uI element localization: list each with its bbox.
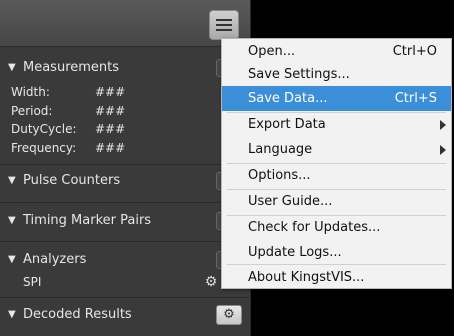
menu-item-save-settings[interactable]: Save Settings... bbox=[222, 62, 451, 87]
menu-item-shortcut: Ctrl+S bbox=[394, 91, 437, 106]
menu-item-export-data[interactable]: Export Data bbox=[222, 112, 451, 137]
menu-item-label: Open... bbox=[248, 44, 296, 59]
menu-item-language[interactable]: Language bbox=[222, 137, 451, 162]
section-measurements[interactable]: ▼ Measurements bbox=[0, 56, 250, 80]
decoded-results-settings-button[interactable]: ⚙ bbox=[216, 305, 242, 325]
measurement-row: Frequency: ### bbox=[11, 139, 241, 157]
hamburger-icon[interactable] bbox=[209, 10, 239, 40]
chevron-right-icon bbox=[440, 145, 446, 155]
measurement-value: ### bbox=[95, 141, 126, 155]
analyzer-name: SPI bbox=[23, 275, 42, 289]
menu-item-update-logs[interactable]: Update Logs... bbox=[222, 240, 451, 265]
menu-item-open[interactable]: Open... Ctrl+O bbox=[222, 39, 451, 64]
section-label: Decoded Results bbox=[23, 307, 132, 322]
divider bbox=[0, 202, 250, 203]
menu-item-label: Options... bbox=[248, 168, 311, 183]
measurement-value: ### bbox=[95, 104, 126, 118]
main-menu: Open... Ctrl+O Save Settings... Save Dat… bbox=[221, 38, 452, 289]
menu-item-shortcut: Ctrl+O bbox=[392, 44, 437, 59]
menu-item-save-data[interactable]: Save Data... Ctrl+S bbox=[222, 86, 451, 111]
side-panel: ▼ Measurements Width: ### Period: ### Du… bbox=[0, 0, 251, 336]
measurement-label: Width: bbox=[11, 85, 50, 99]
measurement-row: Period: ### bbox=[11, 102, 241, 120]
measurement-label: DutyCycle: bbox=[11, 122, 77, 136]
menu-item-label: Update Logs... bbox=[248, 245, 342, 260]
menu-item-label: Check for Updates... bbox=[248, 220, 381, 235]
menu-item-label: User Guide... bbox=[248, 194, 333, 209]
menu-item-user-guide[interactable]: User Guide... bbox=[222, 189, 451, 214]
chevron-right-icon bbox=[440, 120, 446, 130]
measurement-label: Period: bbox=[11, 104, 53, 118]
triangle-down-icon: ▼ bbox=[8, 175, 16, 186]
menu-item-label: Language bbox=[248, 142, 313, 157]
section-timing-marker-pairs[interactable]: ▼ Timing Marker Pairs bbox=[0, 209, 250, 233]
triangle-down-icon: ▼ bbox=[8, 309, 16, 320]
gear-icon: ⚙ bbox=[223, 307, 235, 322]
menu-item-label: About KingstVIS... bbox=[248, 270, 365, 285]
menu-item-about[interactable]: About KingstVIS... bbox=[222, 265, 451, 290]
menu-item-label: Export Data bbox=[248, 117, 326, 132]
section-analyzers[interactable]: ▼ Analyzers bbox=[0, 248, 250, 272]
triangle-down-icon: ▼ bbox=[8, 215, 16, 226]
measurement-row: DutyCycle: ### bbox=[11, 120, 241, 138]
triangle-down-icon: ▼ bbox=[8, 254, 16, 265]
divider bbox=[0, 164, 250, 165]
measurement-value: ### bbox=[95, 122, 126, 136]
section-decoded-results[interactable]: ▼ Decoded Results bbox=[0, 303, 250, 327]
gear-icon[interactable]: ⚙ bbox=[203, 274, 219, 290]
panel-toolbar bbox=[0, 0, 250, 47]
divider bbox=[0, 297, 250, 298]
measurement-label: Frequency: bbox=[11, 141, 77, 155]
menu-item-label: Save Settings... bbox=[248, 67, 350, 82]
section-label: Timing Marker Pairs bbox=[23, 213, 152, 228]
menu-item-options[interactable]: Options... bbox=[222, 163, 451, 188]
divider bbox=[0, 241, 250, 242]
triangle-down-icon: ▼ bbox=[8, 62, 16, 73]
section-label: Measurements bbox=[23, 60, 120, 75]
measurement-value: ### bbox=[95, 85, 126, 99]
menu-item-label: Save Data... bbox=[248, 91, 328, 106]
section-pulse-counters[interactable]: ▼ Pulse Counters bbox=[0, 169, 250, 193]
section-label: Analyzers bbox=[23, 252, 87, 267]
section-label: Pulse Counters bbox=[23, 173, 121, 188]
menu-item-check-for-updates[interactable]: Check for Updates... bbox=[222, 215, 451, 240]
measurement-row: Width: ### bbox=[11, 83, 241, 101]
